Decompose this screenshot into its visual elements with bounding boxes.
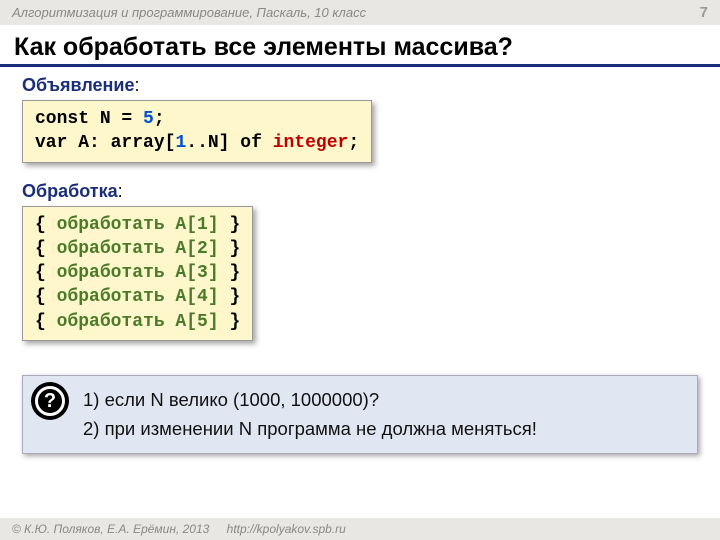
processing-code: { обработать A[1] } { обработать A[2] } … xyxy=(22,206,253,341)
copyright: © К.Ю. Поляков, Е.А. Ерёмин, 2013 xyxy=(12,522,209,536)
declaration-label: Объявление: xyxy=(22,75,698,96)
proc-line-1: { обработать A[1] } xyxy=(35,213,240,237)
question-icon: ? xyxy=(31,382,69,420)
proc-line-2: { обработать A[2] } xyxy=(35,237,240,261)
declaration-code: const N = 5; var A: array[1..N] of integ… xyxy=(22,100,372,163)
page-number: 7 xyxy=(700,4,708,21)
question-2: 2) при изменении N программа не должна м… xyxy=(83,415,683,444)
proc-line-5: { обработать A[5] } xyxy=(35,310,240,334)
slide-content: Объявление: const N = 5; var A: array[1.… xyxy=(0,75,720,454)
question-box: ? 1) если N велико (1000, 1000000)? 2) п… xyxy=(22,375,698,454)
footer-url: http://kpolyakov.spb.ru xyxy=(227,522,346,536)
processing-label: Обработка: xyxy=(22,181,698,202)
slide-title: Как обработать все элементы массива? xyxy=(0,25,720,67)
proc-line-4: { обработать A[4] } xyxy=(35,285,240,309)
slide-header: Алгоритмизация и программирование, Паска… xyxy=(0,0,720,25)
code-line-2: var A: array[1..N] of integer; xyxy=(35,131,359,155)
question-1: 1) если N велико (1000, 1000000)? xyxy=(83,386,683,415)
proc-line-3: { обработать A[3] } xyxy=(35,261,240,285)
slide-footer: © К.Ю. Поляков, Е.А. Ерёмин, 2013 http:/… xyxy=(0,518,720,540)
code-line-1: const N = 5; xyxy=(35,107,359,131)
course-text: Алгоритмизация и программирование, Паска… xyxy=(12,5,366,20)
